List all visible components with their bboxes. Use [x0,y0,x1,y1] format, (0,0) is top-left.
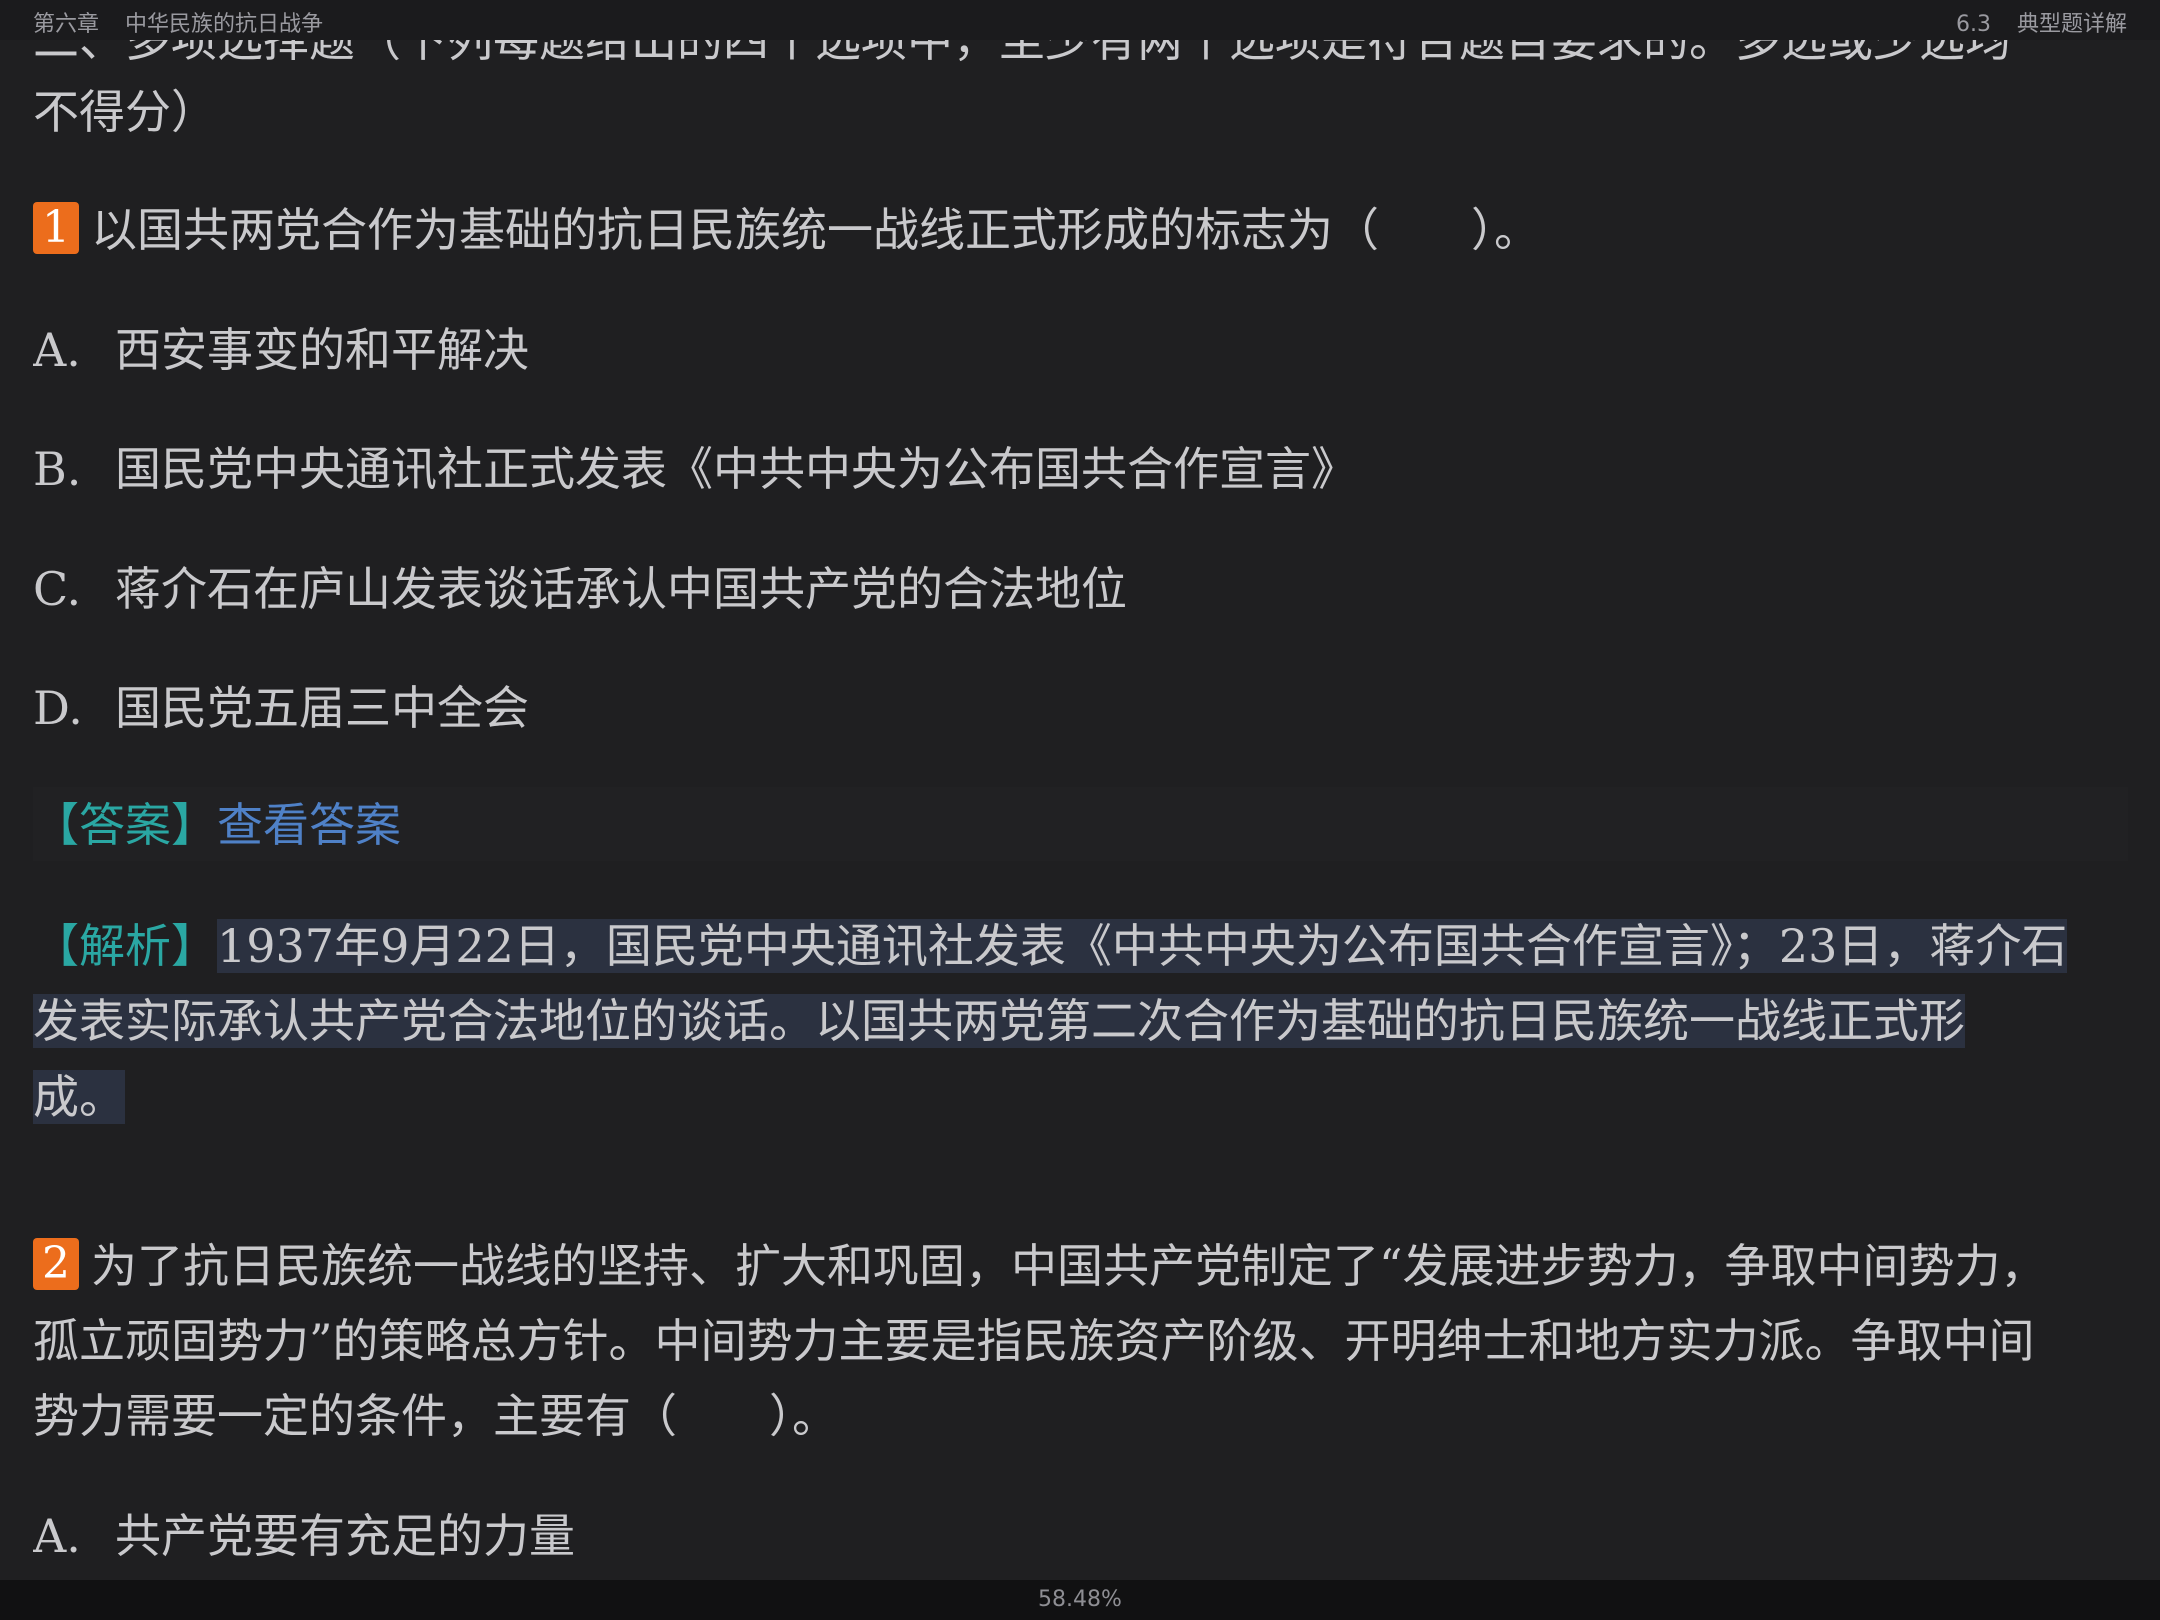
option-text: 西安事变的和平解决 [115,323,529,377]
option-letter: A. [33,1509,81,1563]
analysis-line-3: 成。 [33,1059,125,1135]
option-letter: C. [33,562,82,616]
chapter-heading: 第六章 中华民族的抗日战争 [33,6,323,38]
section-heading: 6.3 典型题详解 [1956,6,2127,38]
analysis-tag: 【解析】 [33,919,217,973]
option-text: 蒋介石在庐山发表谈话承认中国共产党的合法地位 [115,562,1127,616]
analysis-text[interactable]: 成。 [33,1070,125,1124]
question-1-option-c: C. 蒋介石在庐山发表谈话承认中国共产党的合法地位 [33,551,1127,627]
question-2-stem-line-2: 孤立顽固势力”的策略总方针。中间势力主要是指民族资产阶级、开明绅士和地方实力派。… [33,1314,2035,1368]
question-1-number-badge: 1 [33,202,79,254]
question-1-option-d: D. 国民党五届三中全会 [33,670,529,746]
section-title: 典型题详解 [2016,12,2127,37]
view-answer-link[interactable]: 查看答案 [217,798,401,852]
option-letter: B. [33,442,82,496]
reading-progress: 58.48% [1038,1587,1122,1612]
option-letter: D. [33,681,83,735]
question-1-answer-row: 【答案】查看答案 [33,787,401,863]
question-1-option-a: A. 西安事变的和平解决 [33,312,529,388]
question-1-text: 以国共两党合作为基础的抗日民族统一战线正式形成的标志为（ ）。 [91,203,1540,257]
top-bar: 第六章 中华民族的抗日战争 6.3 典型题详解 [0,0,2160,40]
question-2-number-badge: 2 [33,1238,79,1290]
analysis-line-1: 【解析】1937年9月22日，国民党中央通讯社发表《中共中央为公布国共合作宣言》… [33,908,2068,984]
option-letter: A. [33,323,81,377]
question-2-option-a: A. 共产党要有充足的力量 [33,1498,575,1574]
chapter-title: 中华民族的抗日战争 [125,12,324,37]
option-text: 国民党中央通讯社正式发表《中共中央为公布国共合作宣言》 [115,442,1357,496]
question-1-option-b: B. 国民党中央通讯社正式发表《中共中央为公布国共合作宣言》 [33,431,1357,507]
analysis-line-2: 发表实际承认共产党合法地位的谈话。以国共两党第二次合作为基础的抗日民族统一战线正… [33,983,1965,1059]
reader-content[interactable]: 二、多项选择题（下列每题给出的四个选项中，至少有两个选项是符合题目要求的。多选或… [33,0,2128,1580]
question-2-stem-line-3: 势力需要一定的条件，主要有（ ）。 [33,1389,838,1443]
option-text: 共产党要有充足的力量 [115,1509,575,1563]
intro-last-line: 不得分） [33,85,217,139]
analysis-text[interactable]: 1937年9月22日，国民党中央通讯社发表《中共中央为公布国共合作宣言》；23日… [217,919,2068,973]
question-1-stem: 1 以国共两党合作为基础的抗日民族统一战线正式形成的标志为（ ）。 [33,192,1540,268]
chapter-number: 第六章 [33,12,100,37]
section-number: 6.3 [1955,12,1991,37]
question-2-text: 为了抗日民族统一战线的坚持、扩大和巩固，中国共产党制定了“发展进步势力，争取中间… [91,1239,2047,1293]
answer-tag: 【答案】 [33,798,217,852]
option-text: 国民党五届三中全会 [115,681,529,735]
reading-progress-bar: 58.48% [0,1580,2160,1620]
analysis-text[interactable]: 发表实际承认共产党合法地位的谈话。以国共两党第二次合作为基础的抗日民族统一战线正… [33,994,1965,1048]
question-2-stem-line-1: 2 为了抗日民族统一战线的坚持、扩大和巩固，中国共产党制定了“发展进步势力，争取中… [33,1228,2047,1304]
